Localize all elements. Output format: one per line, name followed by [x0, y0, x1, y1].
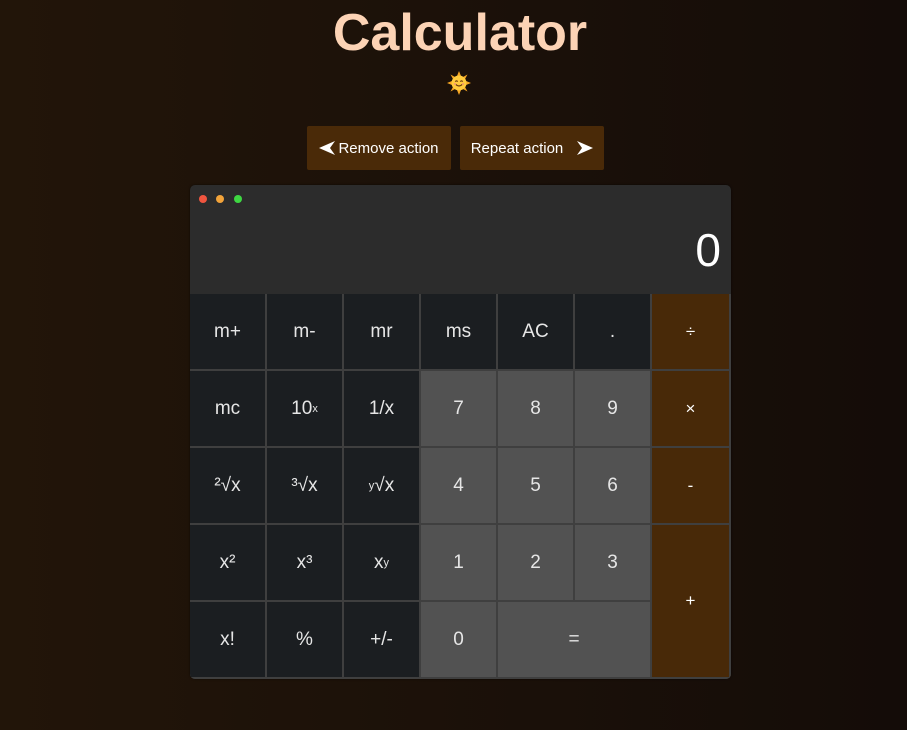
page-title: Calculator: [332, 4, 588, 62]
calculator-display: 0: [695, 224, 721, 276]
square-key[interactable]: x²: [190, 525, 267, 602]
memory-add-key[interactable]: m+: [190, 294, 267, 371]
square-root-key[interactable]: ²√x: [190, 448, 267, 525]
cube-root-key[interactable]: ³√x: [267, 448, 344, 525]
memory-recall-key[interactable]: mr: [344, 294, 421, 371]
digit-4-key[interactable]: 4: [421, 448, 498, 525]
memory-subtract-key[interactable]: m-: [267, 294, 344, 371]
digit-0-key[interactable]: 0: [421, 602, 498, 679]
y-root-key[interactable]: y √x: [344, 448, 421, 525]
calculator-keypad: m+ m- mr ms AC . ÷ mc 10 x 1/x 7 8 9 × ²√…: [190, 294, 731, 679]
maximize-window-dot[interactable]: [234, 195, 242, 203]
calculator-window: 0 m+ m- mr ms AC . ÷ mc 10 x 1/x 7 8 9 × …: [190, 185, 731, 679]
digit-5-key[interactable]: 5: [498, 448, 575, 525]
memory-store-key[interactable]: ms: [421, 294, 498, 371]
memory-clear-key[interactable]: mc: [190, 371, 267, 448]
percent-key[interactable]: %: [267, 602, 344, 679]
repeat-action-label: Repeat action: [470, 139, 564, 157]
equals-key[interactable]: =: [498, 602, 652, 679]
digit-3-key[interactable]: 3: [575, 525, 652, 602]
decimal-point-key[interactable]: .: [575, 294, 652, 371]
digit-7-key[interactable]: 7: [421, 371, 498, 448]
cube-key[interactable]: x³: [267, 525, 344, 602]
power-y-key[interactable]: xy: [344, 525, 421, 602]
ten-power-base: 10: [291, 397, 313, 419]
digit-9-key[interactable]: 9: [575, 371, 652, 448]
remove-action-label: Remove action: [338, 139, 439, 157]
y-root-symbol: √x: [374, 474, 395, 496]
repeat-action-button[interactable]: Repeat action: [460, 126, 604, 170]
divide-key[interactable]: ÷: [652, 294, 731, 371]
all-clear-key[interactable]: AC: [498, 294, 575, 371]
factorial-key[interactable]: x!: [190, 602, 267, 679]
arrow-left-icon: [319, 141, 336, 155]
digit-6-key[interactable]: 6: [575, 448, 652, 525]
negate-key[interactable]: +/-: [344, 602, 421, 679]
ten-power-x-key[interactable]: 10 x: [267, 371, 344, 448]
power-y-base: x: [374, 551, 384, 573]
digit-8-key[interactable]: 8: [498, 371, 575, 448]
remove-action-button[interactable]: Remove action: [307, 126, 451, 170]
add-key[interactable]: +: [652, 525, 731, 679]
multiply-key[interactable]: ×: [652, 371, 731, 448]
digit-2-key[interactable]: 2: [498, 525, 575, 602]
digit-1-key[interactable]: 1: [421, 525, 498, 602]
minimize-window-dot[interactable]: [216, 195, 224, 203]
subtract-key[interactable]: -: [652, 448, 731, 525]
reciprocal-key[interactable]: 1/x: [344, 371, 421, 448]
close-window-dot[interactable]: [199, 195, 207, 203]
arrow-right-icon: [577, 141, 594, 155]
smiling-sun-icon: [447, 71, 471, 95]
